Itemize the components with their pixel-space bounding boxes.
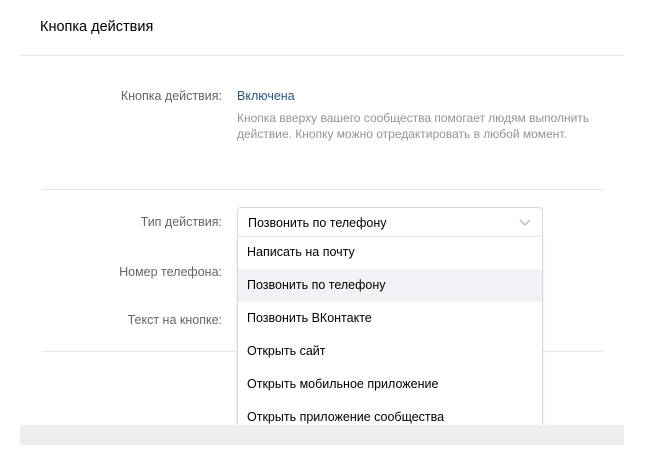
button-text-label: Текст на кнопке: <box>127 313 222 327</box>
action-button-panel: Кнопка действия Кнопка действия: Включен… <box>20 0 624 435</box>
chevron-down-icon <box>519 219 531 226</box>
action-type-label: Тип действия: <box>140 215 222 229</box>
panel-header: Кнопка действия <box>20 0 624 56</box>
dropdown-option-open-site[interactable]: Открыть сайт <box>238 335 542 368</box>
dropdown-option-email[interactable]: Написать на почту <box>238 237 542 269</box>
section-divider <box>42 189 603 190</box>
action-type-selected-value: Позвонить по телефону <box>248 216 387 230</box>
dropdown-option-mobile-app[interactable]: Открыть мобильное приложение <box>238 368 542 401</box>
action-button-status[interactable]: Включена <box>237 89 295 103</box>
action-button-label: Кнопка действия: <box>120 89 222 103</box>
page-title: Кнопка действия <box>40 19 154 35</box>
page-background-strip <box>20 425 624 445</box>
dropdown-option-phone[interactable]: Позвонить по телефону <box>238 269 542 302</box>
phone-number-label: Номер телефона: <box>119 265 222 279</box>
action-button-hint: Кнопка вверху вашего сообщества помогает… <box>237 111 590 141</box>
dropdown-option-vk-call[interactable]: Позвонить ВКонтакте <box>238 302 542 335</box>
action-type-select[interactable]: Позвонить по телефону <box>237 207 543 237</box>
action-type-dropdown: Написать на почту Позвонить по телефону … <box>237 236 543 435</box>
